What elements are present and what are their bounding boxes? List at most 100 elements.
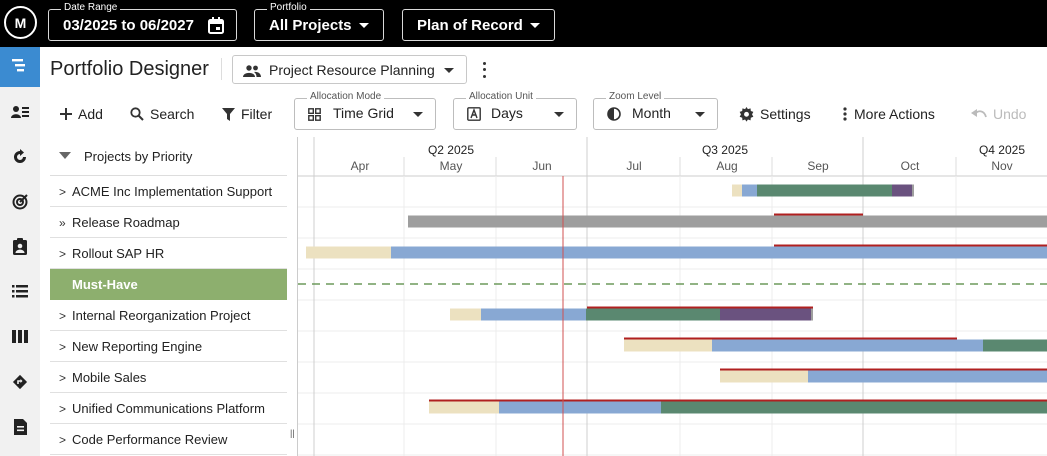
portfolio-select[interactable]: Portfolio All Projects (254, 2, 384, 41)
gear-icon (739, 106, 754, 122)
nav-roadmap[interactable] (0, 364, 40, 404)
nav-cycle[interactable] (0, 139, 40, 179)
chevron-right-icon[interactable]: > (59, 340, 69, 354)
people-icon (243, 64, 261, 80)
divider (221, 58, 222, 80)
add-button[interactable]: Add (60, 103, 103, 125)
zoom-level-select[interactable]: Zoom Level Month (593, 91, 718, 130)
collapse-icon[interactable] (59, 152, 71, 159)
view-select[interactable]: Project Resource Planning (232, 55, 467, 84)
chevron-right-icon[interactable]: > (59, 309, 69, 323)
nav-board[interactable] (0, 319, 40, 359)
plus-icon (60, 108, 72, 120)
gantt-canvas: Q2 2025 Q3 2025 Q4 2025 Apr May Jun Jul Aug Sep O… (298, 137, 1047, 456)
project-row[interactable]: > Mobile Sales (50, 362, 287, 393)
month-label: Apr (351, 159, 370, 173)
clipboard-user-icon (13, 238, 27, 260)
phase-bar (586, 308, 720, 321)
nav-resources[interactable] (0, 94, 40, 134)
calendar-icon[interactable] (208, 17, 224, 38)
allocation-mode-select[interactable]: Allocation Mode Time Grid (294, 91, 436, 130)
phase-bar (757, 184, 892, 197)
panel-resize-handle[interactable]: || (290, 428, 295, 438)
resource-list-icon (11, 105, 29, 124)
chevron-right-icon[interactable]: > (59, 433, 69, 447)
phase-bar (983, 339, 1047, 352)
nav-target[interactable] (0, 184, 40, 224)
more-vertical-icon (843, 107, 847, 121)
phase-bar (499, 401, 661, 414)
route-icon (12, 374, 28, 395)
phase-bar (408, 215, 1047, 228)
project-row[interactable]: > ACME Inc Implementation Support (50, 176, 287, 207)
chevron-right-icon[interactable]: > (59, 371, 69, 385)
search-button[interactable]: Search (130, 103, 194, 125)
view-select-value: Project Resource Planning (269, 62, 435, 78)
portfolio-value: All Projects (269, 16, 352, 34)
date-range-value: 03/2025 to 06/2027 (63, 16, 194, 34)
priority-group-row[interactable]: Must-Have (50, 269, 287, 300)
project-list: Projects by Priority > ACME Inc Implemen… (50, 137, 287, 456)
timeline-header (298, 137, 1047, 176)
phase-bar (306, 246, 391, 259)
phase-bar (720, 370, 808, 383)
allocation-unit-select[interactable]: Allocation Unit Days (453, 91, 577, 130)
side-nav (0, 47, 40, 456)
chevron-right-icon[interactable]: > (59, 185, 69, 199)
date-range-label: Date Range (61, 2, 121, 13)
project-row[interactable]: > New Reporting Engine (50, 331, 287, 362)
project-row[interactable]: > Internal Reorganization Project (50, 300, 287, 331)
chevron-right-icon[interactable]: > (59, 247, 69, 261)
columns-icon (12, 330, 28, 348)
target-icon (12, 193, 28, 215)
month-label: Aug (716, 159, 737, 173)
chevron-right-icon[interactable]: > (59, 402, 69, 416)
month-label: May (440, 159, 463, 173)
phase-bar (429, 401, 499, 414)
project-row[interactable]: > Code Performance Review (50, 424, 287, 455)
chevron-down-icon (359, 23, 369, 28)
phase-bar (720, 308, 811, 321)
plan-value: Plan of Record (417, 16, 523, 34)
project-list-header[interactable]: Projects by Priority (50, 137, 287, 176)
plan-select[interactable]: Plan of Record (402, 9, 555, 41)
more-options-icon[interactable] (478, 60, 490, 80)
phase-bar (912, 184, 914, 197)
phase-bar (481, 308, 586, 321)
double-chevron-icon[interactable]: » (59, 216, 69, 230)
quarter-label: Q4 2025 (979, 143, 1025, 157)
undo-icon (971, 109, 987, 118)
list-icon (12, 285, 28, 303)
nav-list[interactable] (0, 274, 40, 314)
more-actions-button[interactable]: More Actions (842, 103, 935, 125)
phase-bar (712, 339, 983, 352)
quarter-label: Q3 2025 (702, 143, 748, 157)
chevron-down-icon (695, 112, 705, 117)
phase-bar (811, 308, 813, 321)
month-label: Nov (991, 159, 1012, 173)
settings-button[interactable]: Settings (739, 103, 811, 125)
nav-assignments[interactable] (0, 229, 40, 269)
filter-button[interactable]: Filter (222, 103, 272, 125)
nav-documents[interactable] (0, 409, 40, 449)
search-icon (130, 107, 144, 121)
nav-gantt[interactable] (0, 47, 40, 87)
chevron-down-icon (554, 112, 564, 117)
document-icon (13, 418, 27, 440)
moon-icon (607, 107, 621, 124)
undo-button[interactable]: Undo (971, 103, 1026, 125)
letter-a-icon (467, 107, 481, 124)
chevron-down-icon (444, 68, 454, 73)
project-row[interactable]: > Unified Communications Platform (50, 393, 287, 424)
project-row[interactable]: » Release Roadmap (50, 207, 287, 238)
project-row[interactable]: > Rollout SAP HR (50, 238, 287, 269)
date-range-field[interactable]: Date Range 03/2025 to 06/2027 (48, 2, 237, 41)
month-label: Sep (807, 159, 829, 173)
phase-bar (732, 184, 742, 197)
gantt-icon (12, 58, 28, 77)
quarter-label: Q2 2025 (428, 143, 474, 157)
portfolio-label: Portfolio (267, 2, 310, 13)
phase-bar (892, 184, 912, 197)
app-logo[interactable]: M (4, 6, 37, 39)
chevron-down-icon (530, 23, 540, 28)
